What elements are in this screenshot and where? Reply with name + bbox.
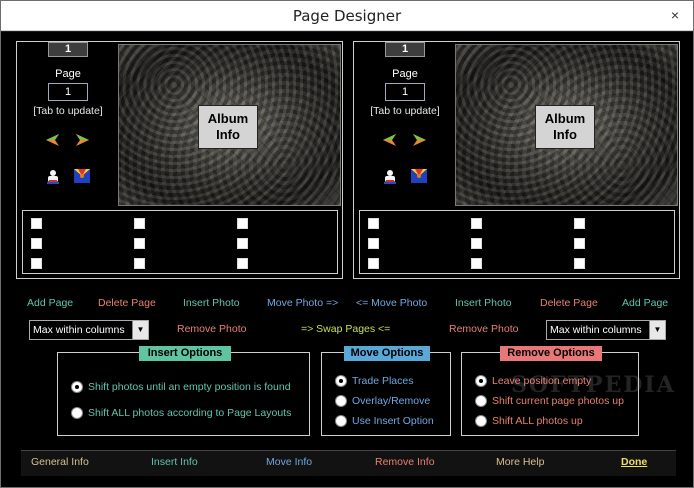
right-next-arrow-icon[interactable] bbox=[411, 132, 429, 148]
left-album-info-button[interactable]: Album Info bbox=[198, 105, 258, 149]
insert-options-group: Insert Options Shift photos until an emp… bbox=[57, 346, 310, 436]
right-page-input[interactable] bbox=[385, 83, 425, 101]
right-photo-checkbox[interactable] bbox=[368, 218, 379, 229]
left-page-number-badge: 1 bbox=[48, 42, 88, 57]
left-photo-checkbox[interactable] bbox=[134, 238, 145, 249]
radio-selected-icon[interactable] bbox=[335, 375, 347, 387]
right-layout-select-value: Max within columns bbox=[550, 324, 642, 336]
move-options-title: Move Options bbox=[344, 346, 430, 361]
left-prev-arrow-icon[interactable] bbox=[43, 132, 61, 148]
close-icon[interactable]: × bbox=[667, 7, 683, 23]
left-photo-checkbox[interactable] bbox=[31, 238, 42, 249]
remove-info-link[interactable]: Remove Info bbox=[375, 456, 435, 468]
left-tab-note: [Tab to update] bbox=[33, 105, 103, 117]
left-people-icon[interactable] bbox=[44, 167, 62, 185]
remove-photo-right-link[interactable]: Remove Photo bbox=[449, 323, 518, 335]
radio-icon[interactable] bbox=[475, 395, 487, 407]
right-photo-checkbox[interactable] bbox=[471, 218, 482, 229]
remove-photo-left-link[interactable]: Remove Photo bbox=[177, 323, 246, 335]
move-photo-left-link[interactable]: <= Move Photo bbox=[356, 297, 427, 309]
insert-options-title: Insert Options bbox=[139, 346, 231, 361]
right-layout-select[interactable]: Max within columns ▼ bbox=[546, 320, 666, 340]
delete-page-left-link[interactable]: Delete Page bbox=[98, 297, 156, 309]
right-photo-checkbox[interactable] bbox=[574, 258, 585, 269]
right-flag-icon[interactable] bbox=[410, 167, 428, 185]
swap-pages-link[interactable]: => Swap Pages <= bbox=[301, 323, 390, 335]
right-people-icon[interactable] bbox=[381, 167, 399, 185]
right-page-preview[interactable]: Album Info bbox=[455, 44, 678, 206]
left-layout-select-value: Max within columns bbox=[33, 324, 125, 336]
left-page-label: Page bbox=[55, 68, 81, 80]
right-photo-checkbox[interactable] bbox=[471, 238, 482, 249]
left-flag-icon[interactable] bbox=[73, 167, 91, 185]
left-next-arrow-icon[interactable] bbox=[74, 132, 92, 148]
right-photo-checkbox[interactable] bbox=[368, 238, 379, 249]
left-page-preview[interactable]: Album Info bbox=[118, 44, 341, 206]
radio-icon[interactable] bbox=[335, 415, 347, 427]
add-page-left-link[interactable]: Add Page bbox=[27, 297, 73, 309]
left-photo-checkbox[interactable] bbox=[237, 258, 248, 269]
title-bar: Page Designer × bbox=[1, 1, 693, 31]
right-page-label: Page bbox=[392, 68, 418, 80]
right-photo-checkbox[interactable] bbox=[574, 238, 585, 249]
dialog-content: 1 Page [Tab to update] bbox=[1, 32, 693, 487]
right-photo-checkbox-grid bbox=[359, 210, 675, 274]
remove-options-title: Remove Options bbox=[500, 346, 602, 361]
insert-photo-left-link[interactable]: Insert Photo bbox=[183, 297, 240, 309]
left-photo-checkbox[interactable] bbox=[31, 218, 42, 229]
chevron-down-icon[interactable]: ▼ bbox=[649, 321, 665, 339]
radio-icon[interactable] bbox=[335, 395, 347, 407]
radio-icon[interactable] bbox=[71, 407, 83, 419]
remove-options-group: Remove Options Leave position empty Shif… bbox=[461, 346, 639, 436]
left-photo-checkbox[interactable] bbox=[134, 258, 145, 269]
left-photo-checkbox[interactable] bbox=[237, 238, 248, 249]
left-page-panel: 1 Page [Tab to update] bbox=[16, 41, 343, 279]
right-prev-arrow-icon[interactable] bbox=[380, 132, 398, 148]
done-button[interactable]: Done bbox=[621, 456, 647, 468]
left-photo-checkbox[interactable] bbox=[134, 218, 145, 229]
right-photo-checkbox[interactable] bbox=[574, 218, 585, 229]
radio-selected-icon[interactable] bbox=[71, 381, 83, 393]
right-photo-checkbox[interactable] bbox=[368, 258, 379, 269]
left-photo-checkbox[interactable] bbox=[237, 218, 248, 229]
page-designer-window: Page Designer × 1 Page [Tab to update] bbox=[0, 0, 694, 488]
radio-selected-icon[interactable] bbox=[475, 375, 487, 387]
right-photo-checkbox[interactable] bbox=[471, 258, 482, 269]
right-page-panel: 1 Page [Tab to update] bbox=[353, 41, 680, 279]
left-page-input[interactable] bbox=[48, 83, 88, 101]
insert-photo-right-link[interactable]: Insert Photo bbox=[455, 297, 512, 309]
move-photo-right-link[interactable]: Move Photo => bbox=[267, 297, 338, 309]
right-album-info-button[interactable]: Album Info bbox=[535, 105, 595, 149]
more-help-link[interactable]: More Help bbox=[496, 456, 544, 468]
right-tab-note: [Tab to update] bbox=[370, 105, 440, 117]
chevron-down-icon[interactable]: ▼ bbox=[132, 321, 148, 339]
move-options-group: Move Options Trade Places Overlay/Remove… bbox=[321, 346, 451, 436]
radio-icon[interactable] bbox=[475, 415, 487, 427]
right-page-number-badge: 1 bbox=[385, 42, 425, 57]
delete-page-right-link[interactable]: Delete Page bbox=[540, 297, 598, 309]
left-photo-checkbox[interactable] bbox=[31, 258, 42, 269]
footer-help-bar: General Info Insert Info Move Info Remov… bbox=[21, 450, 676, 476]
add-page-right-link[interactable]: Add Page bbox=[622, 297, 668, 309]
left-layout-select[interactable]: Max within columns ▼ bbox=[29, 320, 149, 340]
window-title: Page Designer bbox=[292, 7, 402, 25]
insert-info-link[interactable]: Insert Info bbox=[151, 456, 198, 468]
left-photo-checkbox-grid bbox=[22, 210, 338, 274]
move-info-link[interactable]: Move Info bbox=[266, 456, 312, 468]
general-info-link[interactable]: General Info bbox=[31, 456, 89, 468]
